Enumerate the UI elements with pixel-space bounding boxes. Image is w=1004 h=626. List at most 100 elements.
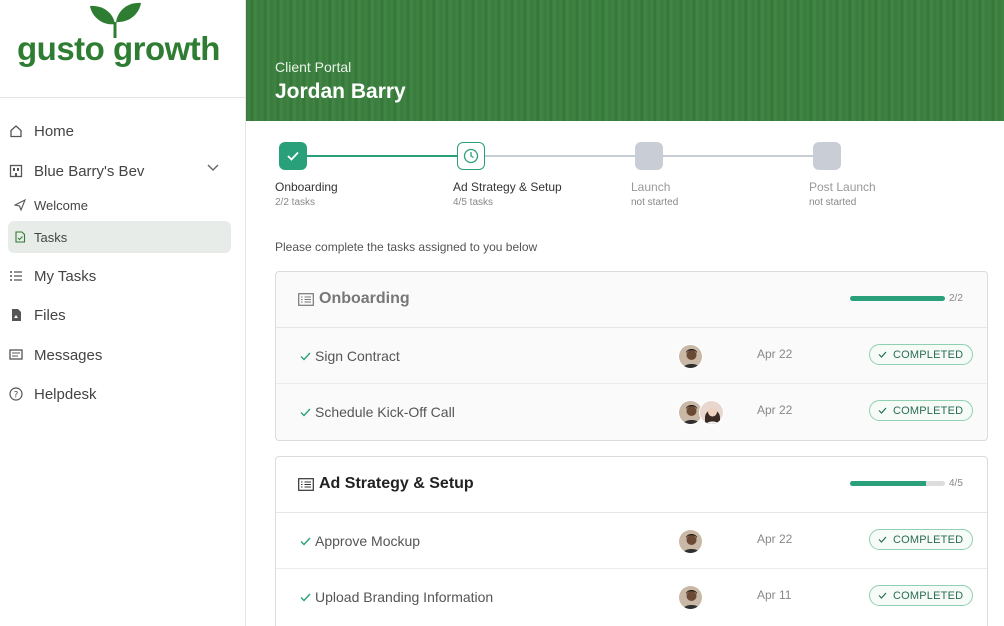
list-icon: [8, 268, 24, 284]
section-progress-fill: [850, 481, 926, 486]
file-icon: [8, 307, 24, 323]
section-progress-bar: [850, 481, 945, 486]
assignee-avatars: [678, 585, 703, 610]
header-subtitle: Client Portal: [275, 59, 352, 75]
task-date: Apr 22: [757, 532, 793, 546]
step-label: Post Launch: [809, 180, 876, 194]
step-meta: 2/2 tasks: [275, 197, 316, 208]
sidebar-item-home[interactable]: Home: [8, 115, 231, 147]
page-title: Jordan Barry: [275, 80, 406, 103]
section-title: Onboarding: [319, 290, 410, 307]
sidebar-item-label: Home: [34, 122, 75, 140]
task-date: Apr 22: [757, 403, 793, 417]
check-icon: [300, 408, 311, 417]
chevron-down-icon[interactable]: [207, 164, 219, 172]
status-label: COMPLETED: [893, 589, 964, 602]
stepper-connector: [663, 155, 813, 157]
building-icon: [8, 163, 24, 179]
status-badge: COMPLETED: [869, 529, 974, 550]
table-row[interactable]: Approve Mockup Apr 22 COMPLETED: [276, 513, 987, 569]
section-ad-strategy: Ad Strategy & Setup 4/5 Approve Mockup A…: [275, 456, 988, 626]
check-icon: [287, 151, 299, 161]
step-onboarding-node[interactable]: [279, 142, 307, 170]
task-date: Apr 22: [757, 347, 793, 361]
step-label: Onboarding: [275, 180, 338, 194]
avatar: [678, 344, 703, 369]
status-badge: COMPLETED: [869, 585, 974, 606]
status-label: COMPLETED: [893, 404, 964, 417]
task-date: Apr 11: [757, 588, 792, 602]
table-row[interactable]: Upload Branding Information Apr 11 COMPL…: [276, 569, 987, 625]
sidebar-item-helpdesk[interactable]: ? Helpdesk: [8, 378, 231, 410]
section-progress-fill: [850, 296, 945, 301]
status-badge: COMPLETED: [869, 344, 974, 365]
section-progress-bar: [850, 296, 945, 301]
step-ad-strategy-node[interactable]: [457, 142, 485, 170]
status-label: COMPLETED: [893, 348, 964, 361]
step-launch-node[interactable]: [635, 142, 663, 170]
send-icon: [14, 199, 26, 211]
check-icon: [878, 407, 887, 414]
instructions-text: Please complete the tasks assigned to yo…: [275, 240, 538, 254]
sidebar-item-label: Helpdesk: [34, 385, 97, 403]
sidebar-item-welcome[interactable]: Welcome: [8, 189, 231, 221]
sidebar-item-files[interactable]: Files: [8, 299, 231, 331]
help-icon: ?: [8, 386, 24, 402]
section-progress-text: 4/5: [949, 478, 963, 489]
checklist-icon: [298, 478, 314, 491]
sidebar-item-label: My Tasks: [34, 267, 97, 285]
sidebar-item-label: Files: [34, 306, 66, 324]
step-post-launch-node[interactable]: [813, 142, 841, 170]
avatar: [678, 585, 703, 610]
page-header: Client Portal Jordan Barry: [246, 0, 1004, 121]
check-icon: [878, 351, 887, 358]
home-icon: [8, 123, 24, 139]
check-icon: [878, 536, 887, 543]
table-row[interactable]: Schedule Kick-Off Call Apr 22 COMPLETED: [276, 384, 987, 440]
stepper-connector: [485, 155, 635, 157]
check-icon: [878, 592, 887, 599]
svg-text:?: ?: [14, 391, 19, 401]
task-name: Sign Contract: [315, 348, 400, 364]
sidebar-item-label: Blue Barry's Bev: [34, 162, 145, 180]
status-label: COMPLETED: [893, 533, 964, 546]
sidebar-item-my-tasks[interactable]: My Tasks: [8, 260, 231, 292]
message-icon: [8, 347, 24, 363]
assignee-avatars: [678, 400, 724, 425]
section-header[interactable]: Onboarding 2/2: [276, 272, 987, 328]
check-icon: [300, 352, 311, 361]
brand-wordmark: gusto growth: [17, 30, 220, 67]
sidebar-item-messages[interactable]: Messages: [8, 339, 231, 371]
check-icon: [300, 537, 311, 546]
table-row[interactable]: Sign Contract Apr 22 COMPLETED: [276, 328, 987, 384]
clock-icon: [463, 148, 479, 164]
section-title: Ad Strategy & Setup: [319, 475, 474, 492]
section-progress-text: 2/2: [949, 293, 963, 304]
sidebar-item-label: Tasks: [34, 229, 68, 245]
sidebar-item-tasks[interactable]: Tasks: [8, 221, 231, 253]
check-icon: [300, 593, 311, 602]
brand-logo[interactable]: gusto growth: [0, 0, 246, 98]
sidebar-item-client[interactable]: Blue Barry's Bev: [8, 155, 231, 187]
task-name: Upload Branding Information: [315, 589, 494, 605]
step-meta: not started: [631, 197, 679, 208]
avatar: [699, 400, 724, 425]
sidebar-item-label: Messages: [34, 346, 103, 364]
sidebar-item-label: Welcome: [34, 197, 88, 213]
step-label: Ad Strategy & Setup: [453, 180, 562, 194]
step-meta: 4/5 tasks: [453, 197, 494, 208]
assignee-avatars: [678, 529, 703, 554]
section-onboarding: Onboarding 2/2 Sign Contract Apr 22 COMP…: [275, 271, 988, 441]
step-label: Launch: [631, 180, 671, 194]
task-name: Schedule Kick-Off Call: [315, 404, 455, 420]
checklist-icon: [298, 293, 314, 306]
task-name: Approve Mockup: [315, 533, 421, 549]
stepper-connector: [306, 155, 458, 157]
sidebar: gusto growth Home Blue Barry's Bev Welco…: [0, 0, 246, 626]
assignee-avatars: [678, 344, 703, 369]
section-header[interactable]: Ad Strategy & Setup 4/5: [276, 457, 987, 513]
document-icon: [14, 231, 26, 243]
avatar: [678, 529, 703, 554]
step-meta: not started: [809, 197, 857, 208]
status-badge: COMPLETED: [869, 400, 974, 421]
